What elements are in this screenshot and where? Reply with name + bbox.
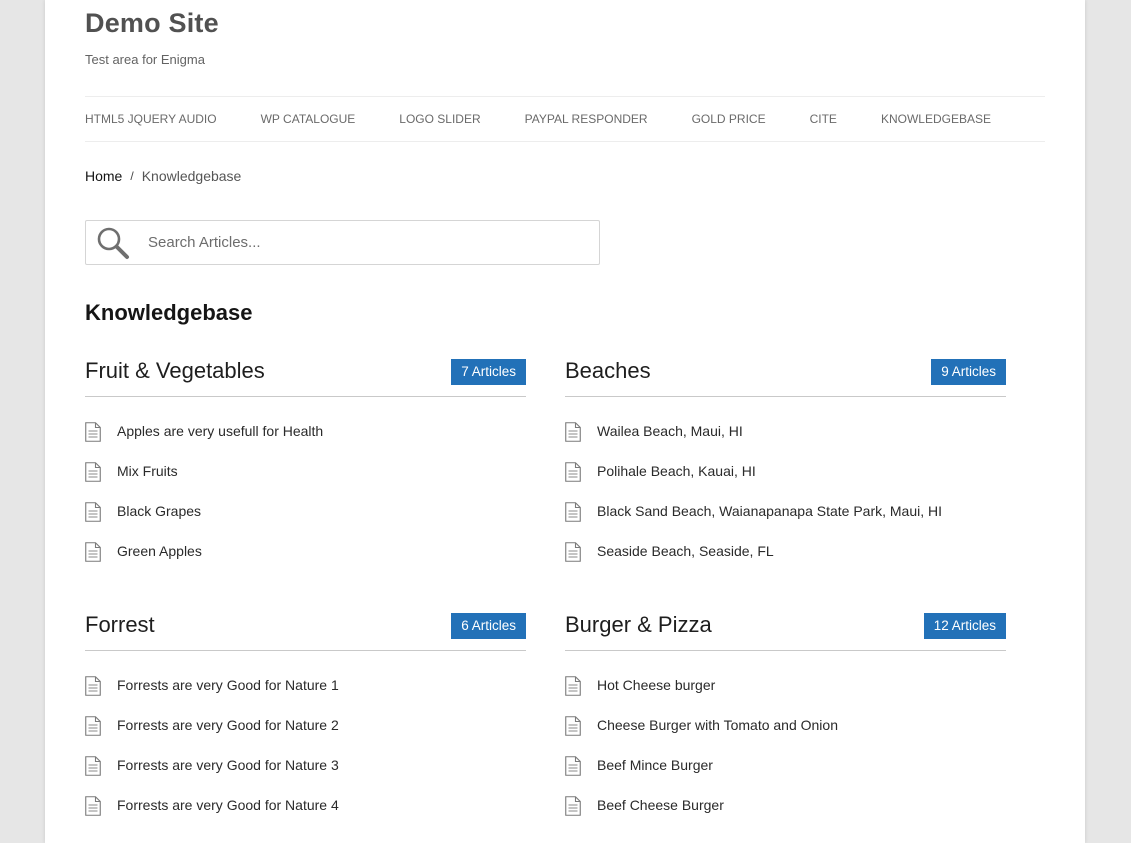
list-item: Seaside Beach, Seaside, FL bbox=[565, 539, 1006, 579]
category-card: Beaches 9 Articles Wailea Beach, Maui, H… bbox=[565, 358, 1006, 579]
document-icon bbox=[85, 716, 101, 736]
list-item: Beef Mince Burger bbox=[565, 753, 1006, 793]
list-item: Hot Cheese burger bbox=[565, 673, 1006, 713]
search-input[interactable] bbox=[146, 233, 590, 252]
article-link[interactable]: Forrests are very Good for Nature 4 bbox=[117, 793, 339, 817]
article-link[interactable]: Hot Cheese burger bbox=[597, 673, 715, 697]
page-title: Knowledgebase bbox=[85, 300, 253, 325]
list-item: Wailea Beach, Maui, HI bbox=[565, 419, 1006, 459]
document-icon bbox=[565, 542, 581, 562]
document-icon bbox=[85, 542, 101, 562]
list-item: Green Apples bbox=[85, 539, 526, 579]
document-icon bbox=[565, 716, 581, 736]
article-count-badge: 7 Articles bbox=[451, 359, 526, 385]
nav-item-knowledgebase[interactable]: KNOWLEDGEBASE bbox=[881, 112, 991, 126]
document-icon bbox=[565, 422, 581, 442]
document-icon bbox=[85, 796, 101, 816]
document-icon bbox=[85, 462, 101, 482]
article-link[interactable]: Forrests are very Good for Nature 1 bbox=[117, 673, 339, 697]
article-link[interactable]: Wailea Beach, Maui, HI bbox=[597, 419, 743, 443]
category-title[interactable]: Forrest bbox=[85, 612, 155, 638]
list-item: Forrests are very Good for Nature 3 bbox=[85, 753, 526, 793]
list-item: Cheese Burger with Tomato and Onion bbox=[565, 713, 1006, 753]
article-count-badge: 6 Articles bbox=[451, 613, 526, 639]
article-link[interactable]: Black Grapes bbox=[117, 499, 201, 523]
nav-item-wp-catalogue[interactable]: WP CATALOGUE bbox=[261, 112, 356, 126]
document-icon bbox=[565, 796, 581, 816]
document-icon bbox=[85, 422, 101, 442]
breadcrumb: Home / Knowledgebase bbox=[85, 168, 241, 184]
list-item: Polihale Beach, Kauai, HI bbox=[565, 459, 1006, 499]
category-card: Fruit & Vegetables 7 Articles Apples are… bbox=[85, 358, 526, 579]
article-link[interactable]: Beef Cheese Burger bbox=[597, 793, 724, 817]
list-item: Beef Cheese Burger bbox=[565, 793, 1006, 833]
nav-item-paypal-responder[interactable]: PAYPAL RESPONDER bbox=[525, 112, 648, 126]
article-link[interactable]: Forrests are very Good for Nature 3 bbox=[117, 753, 339, 777]
category-title[interactable]: Fruit & Vegetables bbox=[85, 358, 265, 384]
document-icon bbox=[85, 676, 101, 696]
breadcrumb-home-link[interactable]: Home bbox=[85, 168, 122, 184]
list-item: Mix Fruits bbox=[85, 459, 526, 499]
document-icon bbox=[565, 462, 581, 482]
breadcrumb-current: Knowledgebase bbox=[141, 168, 242, 184]
list-item: Forrests are very Good for Nature 4 bbox=[85, 793, 526, 833]
page-container: Demo Site Test area for Enigma HTML5 JQU… bbox=[45, 0, 1085, 843]
search-box bbox=[85, 220, 600, 265]
article-link[interactable]: Forrests are very Good for Nature 2 bbox=[117, 713, 339, 737]
article-link[interactable]: Mix Fruits bbox=[117, 459, 178, 483]
article-link[interactable]: Seaside Beach, Seaside, FL bbox=[597, 539, 774, 563]
main-navigation: HTML5 JQUERY AUDIO WP CATALOGUE LOGO SLI… bbox=[85, 96, 1045, 142]
nav-item-gold-price[interactable]: GOLD PRICE bbox=[692, 112, 766, 126]
document-icon bbox=[565, 502, 581, 522]
list-item: Black Sand Beach, Waianapanapa State Par… bbox=[565, 499, 1006, 539]
nav-item-cite[interactable]: CITE bbox=[810, 112, 837, 126]
site-tagline: Test area for Enigma bbox=[85, 52, 205, 67]
search-icon[interactable] bbox=[96, 226, 130, 260]
list-item: Black Grapes bbox=[85, 499, 526, 539]
nav-item-logo-slider[interactable]: LOGO SLIDER bbox=[399, 112, 480, 126]
document-icon bbox=[85, 502, 101, 522]
document-icon bbox=[565, 756, 581, 776]
list-item: Forrests are very Good for Nature 2 bbox=[85, 713, 526, 753]
article-link[interactable]: Cheese Burger with Tomato and Onion bbox=[597, 713, 838, 737]
article-list: Hot Cheese burger Cheese Burger with Tom… bbox=[565, 651, 1006, 833]
article-list: Wailea Beach, Maui, HI Polihale Beach, K… bbox=[565, 397, 1006, 579]
nav-item-html5-jquery-audio[interactable]: HTML5 JQUERY AUDIO bbox=[85, 112, 217, 126]
category-card: Forrest 6 Articles Forrests are very Goo… bbox=[85, 612, 526, 833]
site-title[interactable]: Demo Site bbox=[85, 8, 219, 39]
breadcrumb-separator: / bbox=[130, 169, 134, 183]
category-title[interactable]: Burger & Pizza bbox=[565, 612, 712, 638]
article-count-badge: 12 Articles bbox=[923, 613, 1006, 639]
article-link[interactable]: Apples are very usefull for Health bbox=[117, 419, 323, 443]
article-link[interactable]: Black Sand Beach, Waianapanapa State Par… bbox=[597, 499, 942, 523]
article-list: Apples are very usefull for Health Mix F… bbox=[85, 397, 526, 579]
list-item: Apples are very usefull for Health bbox=[85, 419, 526, 459]
article-link[interactable]: Beef Mince Burger bbox=[597, 753, 713, 777]
document-icon bbox=[85, 756, 101, 776]
category-header: Fruit & Vegetables 7 Articles bbox=[85, 358, 526, 397]
article-count-badge: 9 Articles bbox=[931, 359, 1006, 385]
category-header: Burger & Pizza 12 Articles bbox=[565, 612, 1006, 651]
article-list: Forrests are very Good for Nature 1 Forr… bbox=[85, 651, 526, 833]
category-card: Burger & Pizza 12 Articles Hot Cheese bu… bbox=[565, 612, 1006, 833]
category-header: Forrest 6 Articles bbox=[85, 612, 526, 651]
article-link[interactable]: Polihale Beach, Kauai, HI bbox=[597, 459, 756, 483]
article-link[interactable]: Green Apples bbox=[117, 539, 202, 563]
document-icon bbox=[565, 676, 581, 696]
list-item: Forrests are very Good for Nature 1 bbox=[85, 673, 526, 713]
category-title[interactable]: Beaches bbox=[565, 358, 651, 384]
category-header: Beaches 9 Articles bbox=[565, 358, 1006, 397]
